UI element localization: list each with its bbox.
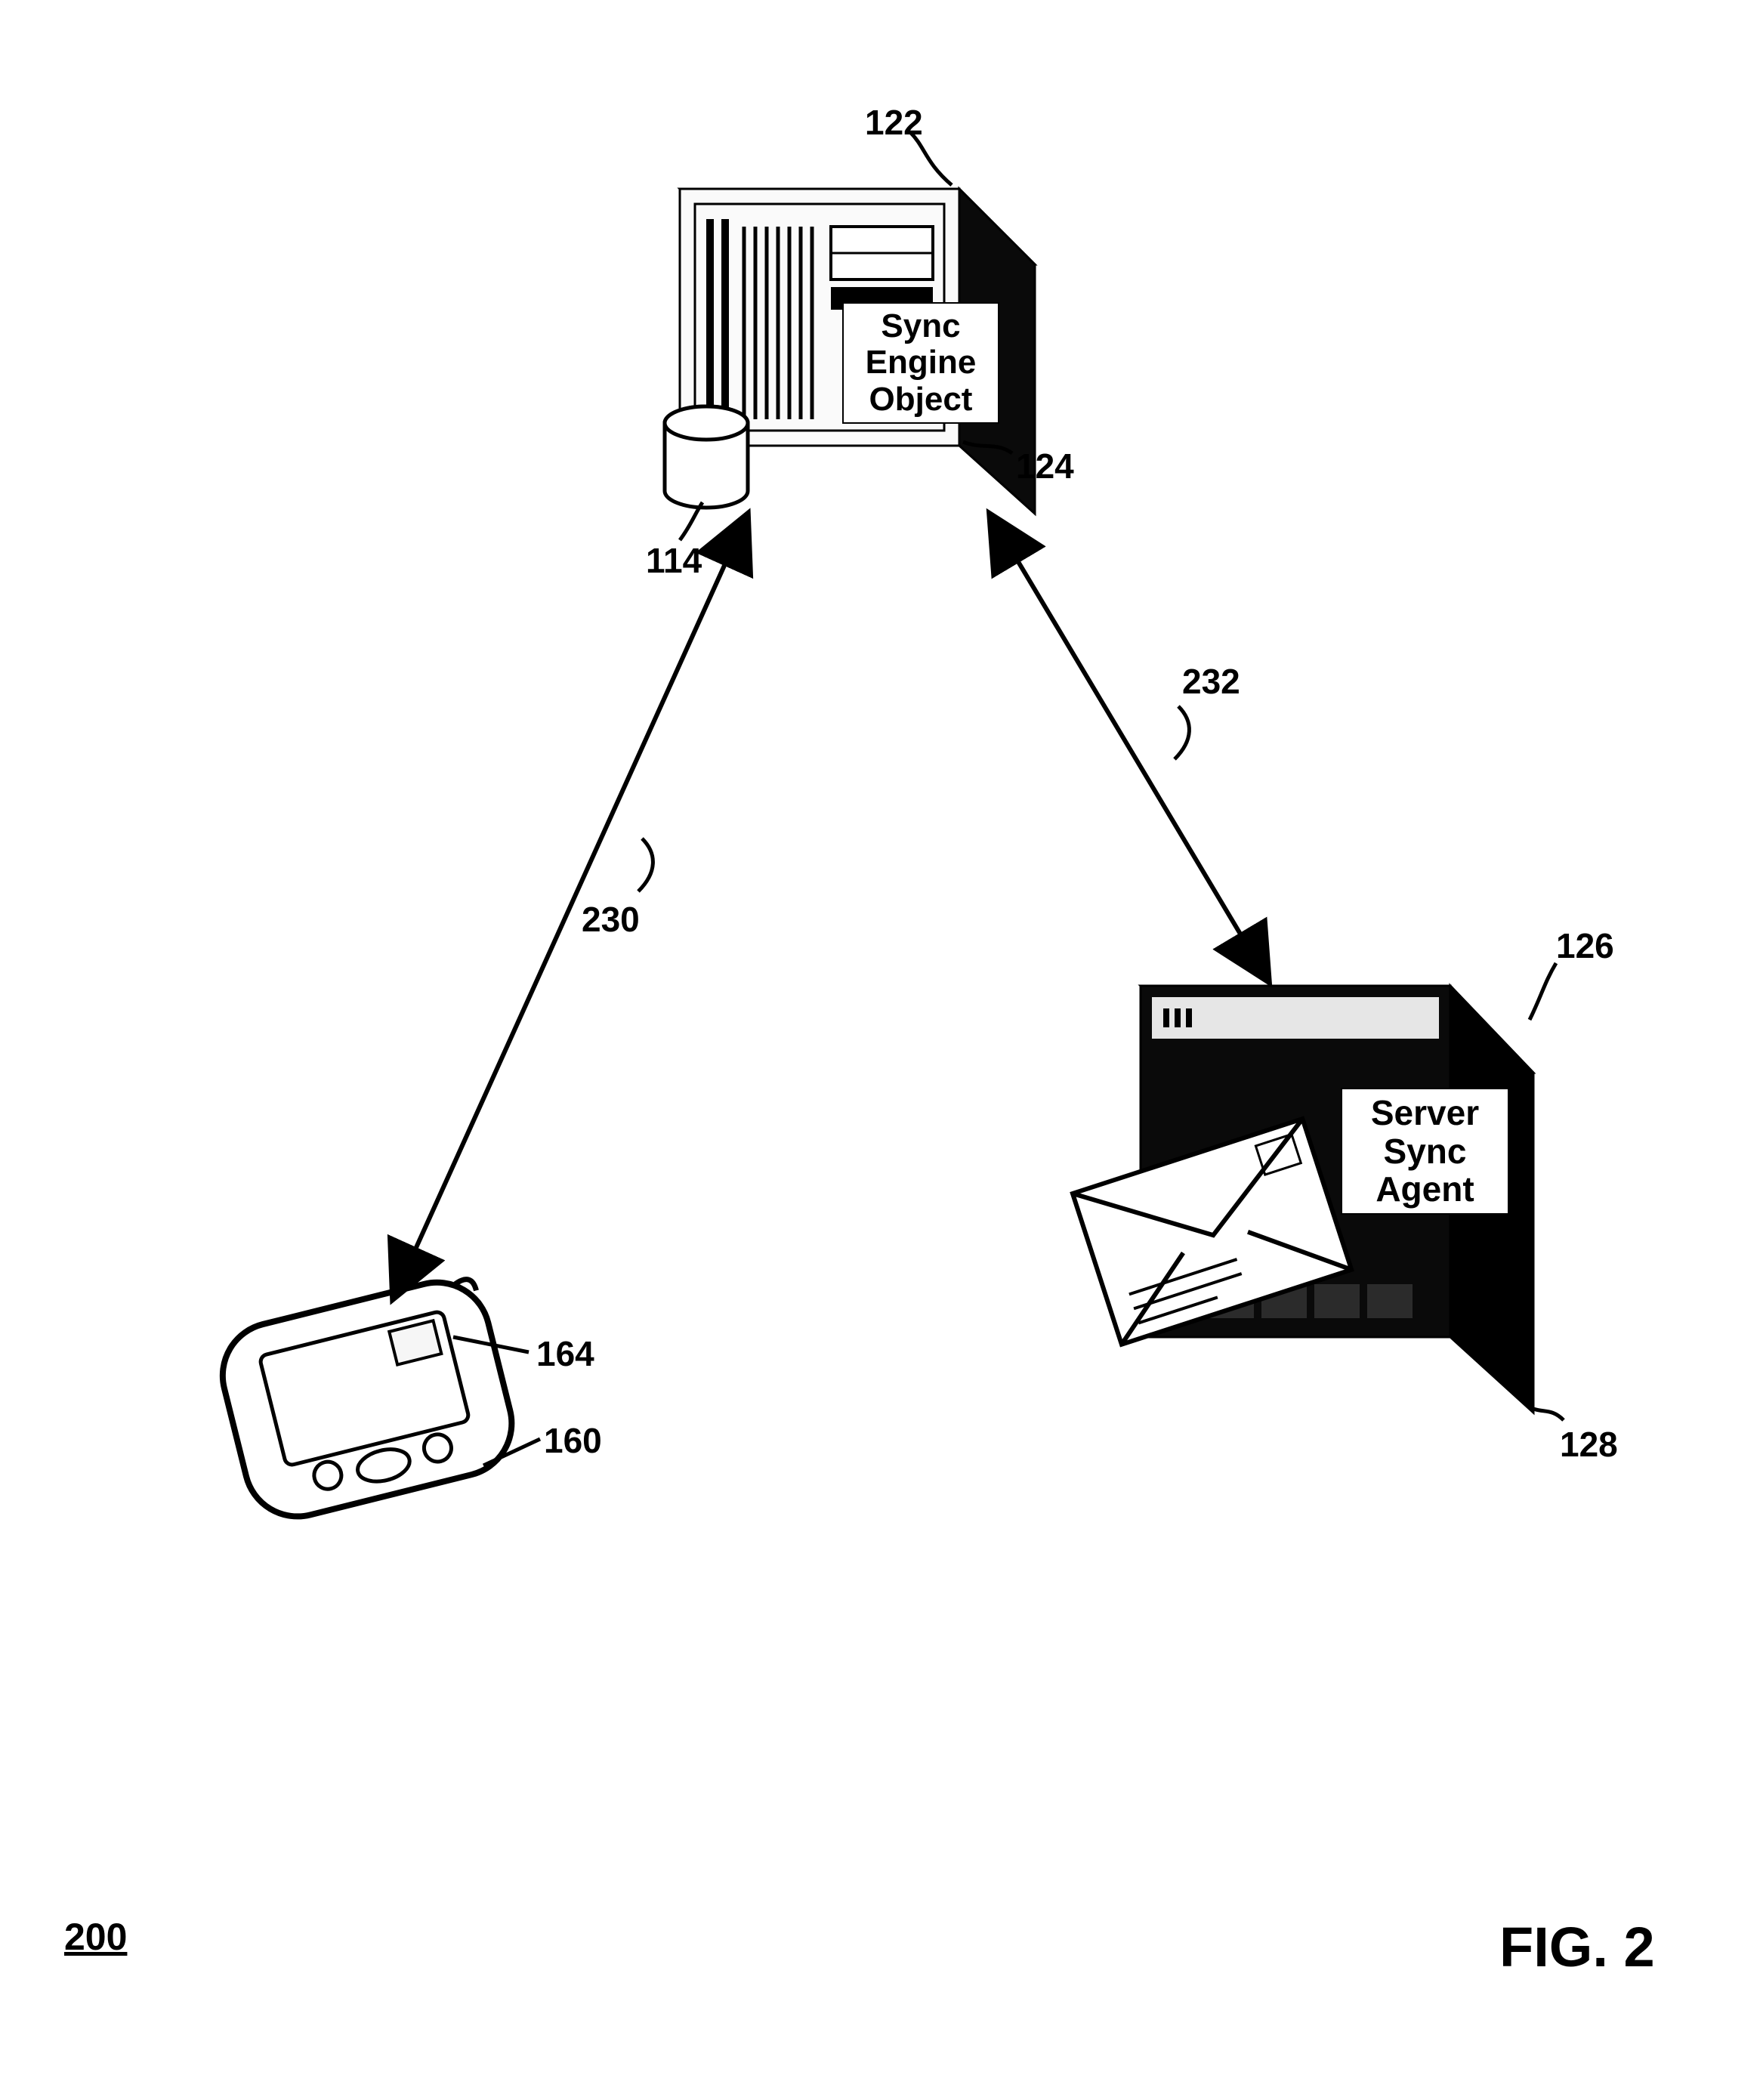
sync-engine-object-label: Sync Engine Object xyxy=(842,302,999,424)
sync-line1: Sync xyxy=(881,307,960,344)
ref-160: 160 xyxy=(544,1420,602,1461)
leader-126 xyxy=(1530,963,1556,1020)
handheld-device-icon xyxy=(211,1271,523,1527)
arrow-232 xyxy=(990,514,1269,982)
leader-232 xyxy=(1175,706,1189,759)
sync-line2: Engine xyxy=(866,344,977,381)
ref-124: 124 xyxy=(1016,446,1074,486)
figure-number: 200 xyxy=(64,1915,127,1959)
ref-164: 164 xyxy=(536,1333,594,1374)
sync-line3: Object xyxy=(869,381,973,418)
srv-line3: Agent xyxy=(1376,1169,1474,1209)
srv-line1: Server xyxy=(1371,1093,1479,1132)
ref-128: 128 xyxy=(1560,1424,1618,1465)
ref-122: 122 xyxy=(865,102,923,143)
figure-caption: FIG. 2 xyxy=(1499,1915,1655,1979)
ref-126: 126 xyxy=(1556,925,1614,966)
arrow-230 xyxy=(393,514,748,1299)
leader-230 xyxy=(638,838,653,891)
ref-230: 230 xyxy=(582,899,640,940)
database-cylinder-icon xyxy=(665,406,748,508)
leader-128 xyxy=(1533,1409,1564,1420)
ref-232: 232 xyxy=(1182,661,1240,702)
server-sync-agent-label: Server Sync Agent xyxy=(1341,1088,1509,1215)
ref-114: 114 xyxy=(646,540,702,581)
srv-line2: Sync xyxy=(1384,1132,1467,1171)
